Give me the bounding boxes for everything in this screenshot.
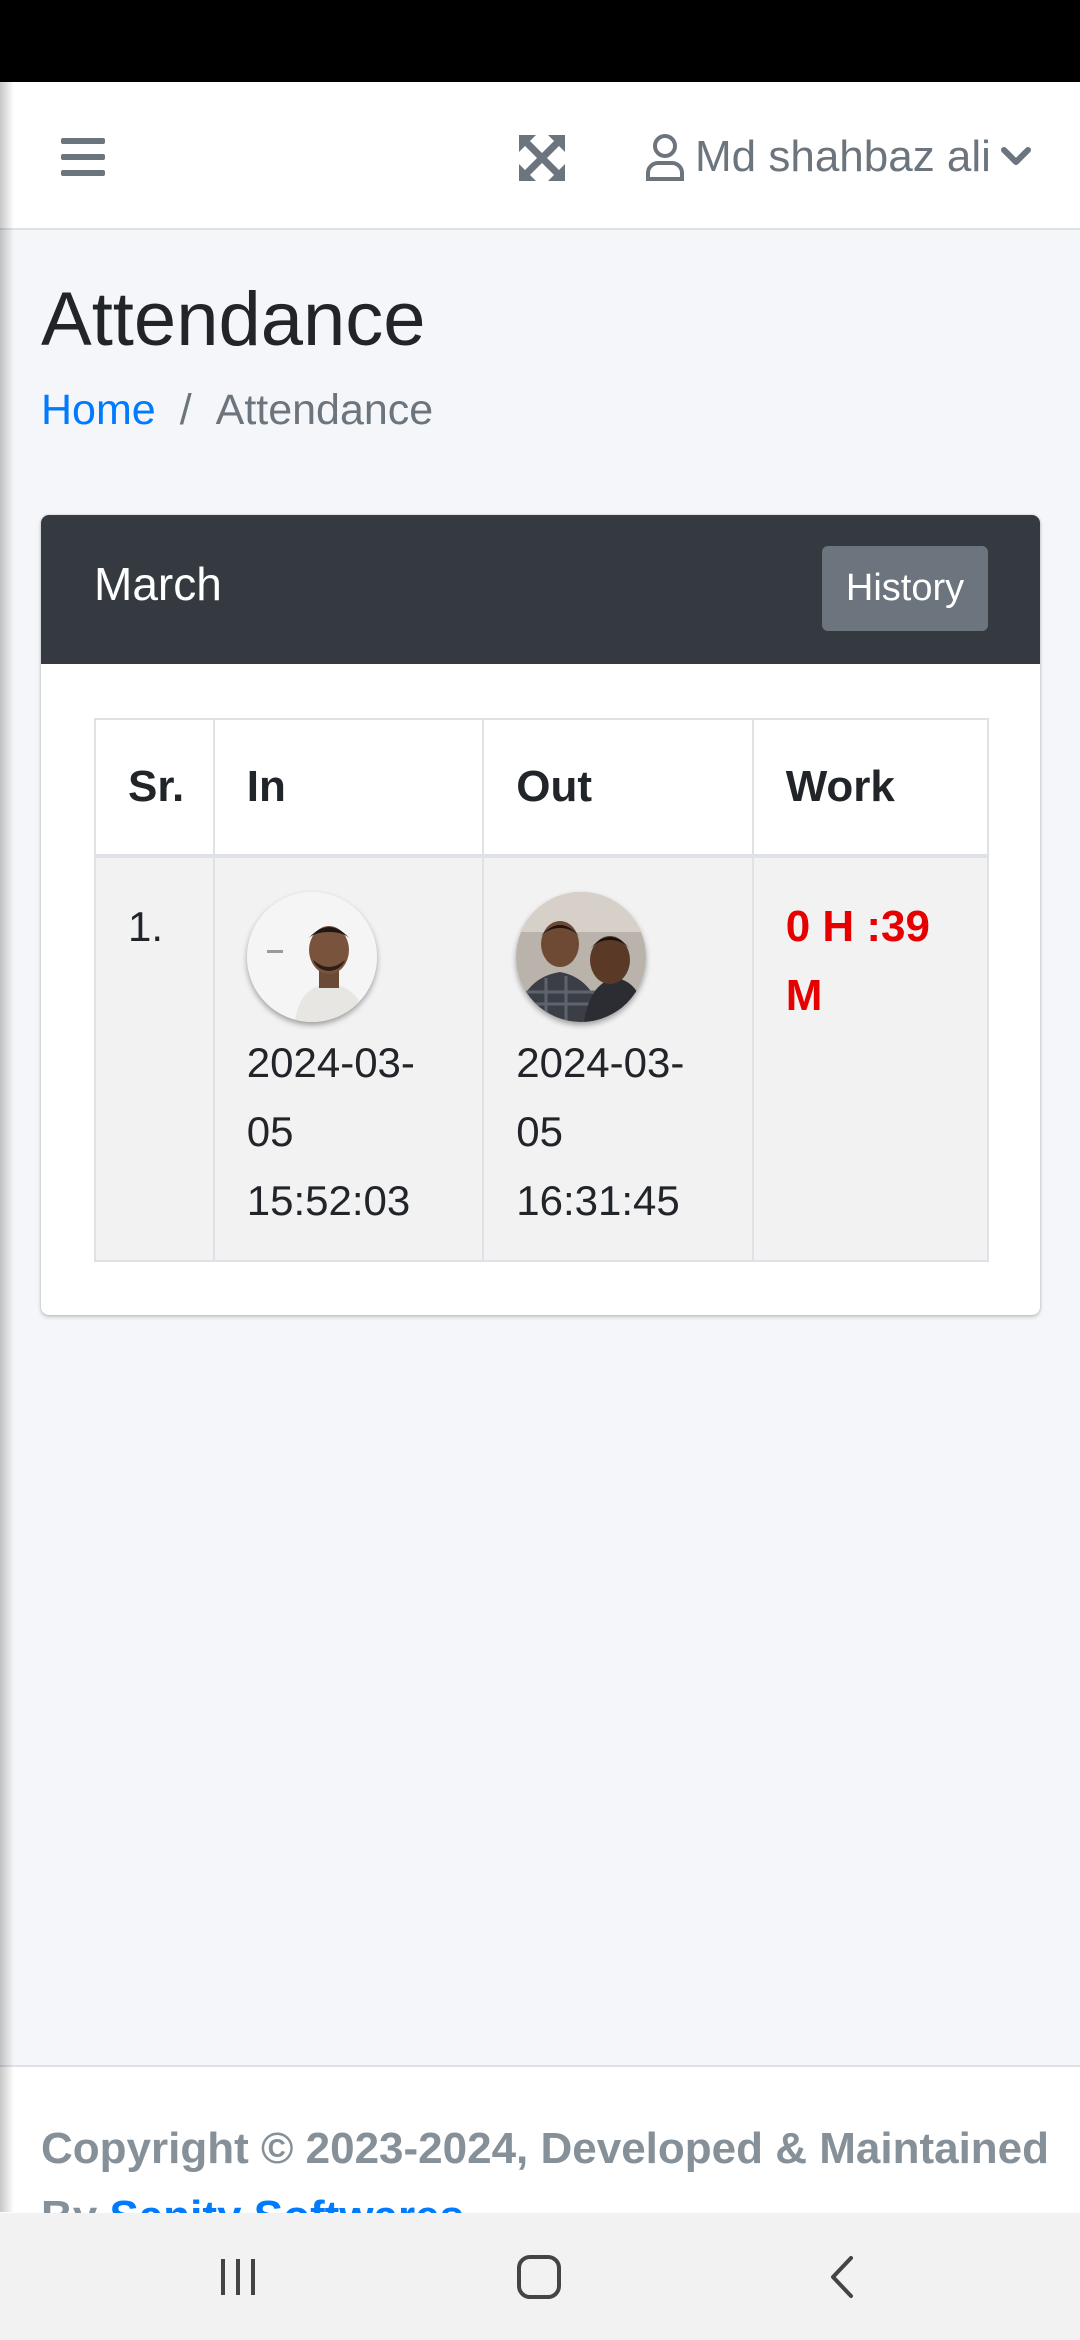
user-name: Md shahbaz ali [695, 132, 991, 181]
footer-copyright: Copyright © 2023-2024, Developed & Maint… [41, 2115, 1051, 2213]
check-out-day: 05 [516, 1108, 563, 1155]
developer-link[interactable]: Sanity Softwares [109, 2192, 464, 2213]
recent-apps-icon[interactable] [216, 2251, 260, 2303]
hamburger-menu-icon[interactable] [56, 132, 110, 182]
check-out-photo[interactable] [516, 892, 647, 1022]
cell-work: 0 H :39 M [751, 855, 990, 1262]
breadcrumb-separator: / [179, 386, 192, 434]
table-header-row: Sr. In Out Work [94, 718, 990, 858]
check-out-date: 2024-03- [516, 1039, 685, 1086]
copyright-text: Copyright © 2023-2024, Developed & Maint… [41, 2124, 1050, 2173]
work-duration-hours: 0 H :39 [785, 902, 930, 951]
expand-arrows-icon[interactable] [516, 132, 568, 184]
card-header: March History [41, 515, 1040, 664]
check-in-time: 15:52:03 [246, 1177, 411, 1224]
header-work: Work [751, 718, 990, 858]
table-row: 1. 2024-03- 05 15:52:03 2024-03- 05 16:3… [94, 855, 990, 1262]
chevron-down-icon [1000, 147, 1031, 165]
header-in: In [212, 718, 485, 858]
status-bar [0, 0, 1080, 82]
attendance-table: Sr. In Out Work 1. 2024-03- 05 15:52:03 … [94, 718, 990, 1262]
check-out-time: 16:31:45 [516, 1177, 680, 1224]
check-in-photo[interactable] [246, 892, 377, 1022]
user-outline-icon [646, 134, 684, 181]
cell-out: 2024-03- 05 16:31:45 [482, 855, 754, 1262]
footer-by: By [41, 2192, 97, 2213]
header-sr: Sr. [94, 718, 215, 858]
card-title-month: March [94, 558, 222, 610]
history-button[interactable]: History [822, 546, 988, 631]
check-in-date: 2024-03- [246, 1039, 415, 1086]
check-in-day: 05 [246, 1108, 294, 1155]
sidebar-edge-shadow [0, 82, 14, 2212]
page-footer: Copyright © 2023-2024, Developed & Maint… [0, 2065, 1080, 2213]
work-duration-minutes: M [785, 971, 823, 1020]
top-navbar: Md shahbaz ali [0, 82, 1080, 230]
breadcrumb-home-link[interactable]: Home [41, 386, 156, 435]
system-navigation-bar [0, 2213, 1080, 2340]
cell-sr: 1. [94, 855, 215, 1262]
breadcrumb: Home / Attendance [41, 386, 433, 435]
attendance-card: March History Sr. In Out Work 1. 2024-03… [41, 515, 1040, 1315]
home-square-icon[interactable] [514, 2251, 564, 2303]
back-chevron-icon[interactable] [824, 2251, 860, 2303]
cell-in: 2024-03- 05 15:52:03 [212, 855, 485, 1262]
user-dropdown[interactable]: Md shahbaz ali [645, 130, 1031, 184]
header-out: Out [482, 718, 754, 858]
page-title: Attendance [41, 277, 426, 362]
breadcrumb-current: Attendance [215, 386, 434, 434]
